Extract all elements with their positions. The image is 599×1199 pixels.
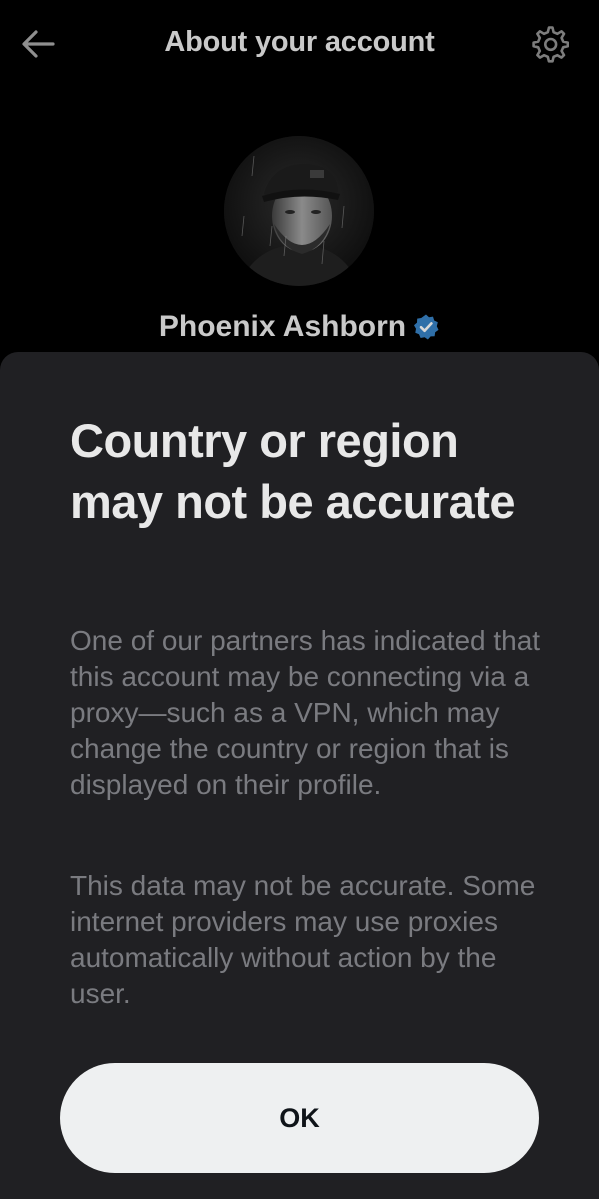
top-bar: About your account (0, 0, 599, 90)
sheet-title: Country or region may not be accurate (70, 414, 516, 528)
about-account-screen: About your account Phoenix Ashborn Count… (0, 0, 599, 1199)
avatar-photo (224, 136, 374, 286)
page-title: About your account (164, 26, 435, 58)
profile-name-row: Phoenix Ashborn (0, 310, 599, 344)
ok-button[interactable]: OK (60, 1063, 539, 1173)
gear-icon (532, 26, 569, 63)
sheet-paragraph-1: One of our partners has indicated that t… (70, 625, 541, 800)
profile-name: Phoenix Ashborn (158, 310, 407, 343)
avatar[interactable] (224, 136, 374, 286)
settings-button[interactable] (527, 22, 571, 66)
verified-badge-icon (412, 313, 440, 341)
sheet-paragraph-2: This data may not be accurate. Some inte… (70, 870, 536, 1009)
